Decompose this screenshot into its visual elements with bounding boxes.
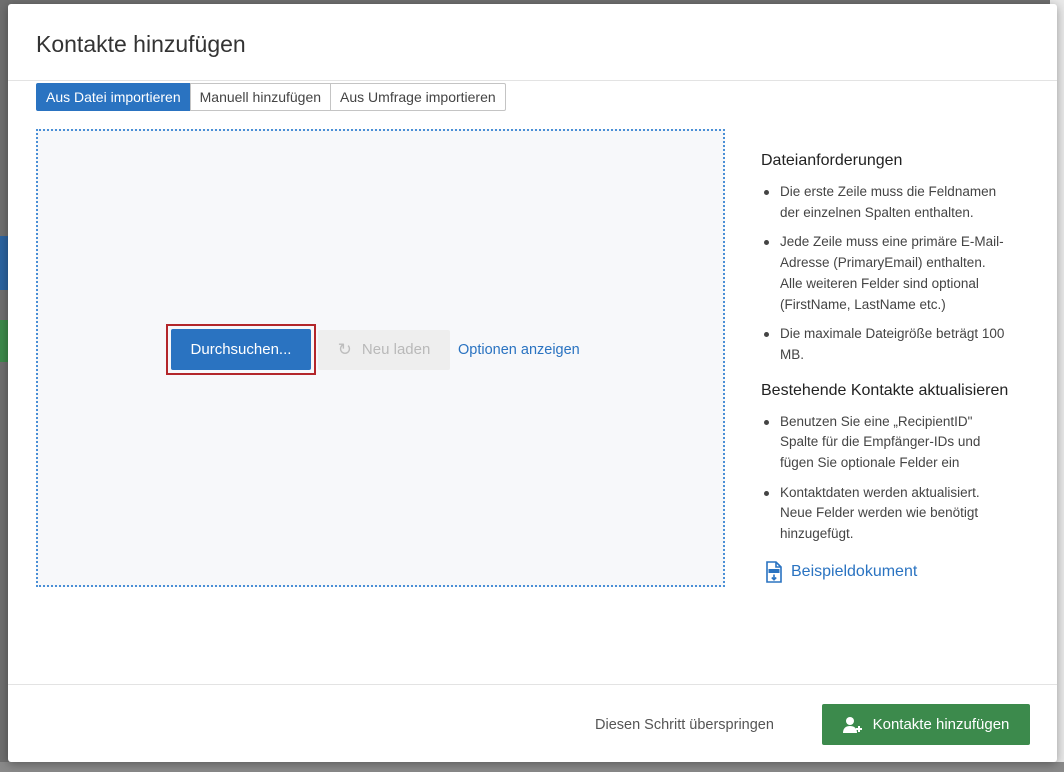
update-section: Bestehende Kontakte aktualisieren Benutz…	[761, 380, 1011, 545]
requirements-panel: Dateianforderungen Die erste Zeile muss …	[761, 150, 1011, 583]
skip-step-link[interactable]: Diesen Schritt überspringen	[595, 717, 774, 733]
background-app-fragment	[0, 320, 8, 362]
modal-title: Kontakte hinzufügen	[36, 31, 246, 57]
sample-document-link[interactable]: Beispieldokument	[765, 561, 1011, 583]
background-app-footer	[0, 762, 1064, 772]
update-list: Benutzen Sie eine „RecipientID" Spalte f…	[761, 412, 1011, 545]
list-item: Benutzen Sie eine „RecipientID" Spalte f…	[761, 412, 1011, 474]
tab-import-from-file[interactable]: Aus Datei importieren	[36, 83, 191, 111]
modal-header: Kontakte hinzufügen	[8, 4, 1057, 81]
list-item: Jede Zeile muss eine primäre E-Mail-Adre…	[761, 232, 1011, 315]
sample-document-label: Beispieldokument	[791, 562, 918, 580]
browse-button[interactable]: Durchsuchen...	[171, 329, 311, 370]
browse-highlight-frame: Durchsuchen...	[166, 324, 316, 375]
modal-footer: Diesen Schritt überspringen Kontakte hin…	[8, 684, 1057, 762]
list-item: Die maximale Dateigröße beträgt 100 MB.	[761, 324, 1011, 365]
requirements-heading: Dateianforderungen	[761, 152, 903, 169]
reload-label: Neu laden	[361, 341, 431, 358]
dropzone-actions: Durchsuchen... ↻ Neu laden Optionen anze…	[166, 324, 580, 375]
tab-add-manually[interactable]: Manuell hinzufügen	[189, 83, 332, 111]
file-dropzone[interactable]: Durchsuchen... ↻ Neu laden Optionen anze…	[36, 129, 725, 587]
list-item: Kontaktdaten werden aktualisiert. Neue F…	[761, 483, 1011, 545]
add-contacts-label: Kontakte hinzufügen	[872, 716, 1010, 733]
add-contacts-button[interactable]: Kontakte hinzufügen	[822, 704, 1030, 745]
update-heading: Bestehende Kontakte aktualisieren	[761, 381, 1009, 399]
reload-button: ↻ Neu laden	[318, 329, 450, 370]
csv-document-icon	[766, 561, 782, 583]
tab-import-from-survey[interactable]: Aus Umfrage importieren	[330, 83, 506, 111]
add-contacts-modal: Kontakte hinzufügen Aus Datei importiere…	[8, 4, 1057, 762]
reload-icon: ↻	[337, 339, 352, 359]
show-options-link[interactable]: Optionen anzeigen	[458, 342, 580, 358]
requirements-list: Die erste Zeile muss die Feldnamen der e…	[761, 182, 1011, 366]
add-user-icon	[842, 716, 862, 733]
import-method-tabs: Aus Datei importieren Manuell hinzufügen…	[36, 83, 506, 111]
background-app-fragment	[0, 236, 8, 290]
list-item: Die erste Zeile muss die Feldnamen der e…	[761, 182, 1011, 223]
